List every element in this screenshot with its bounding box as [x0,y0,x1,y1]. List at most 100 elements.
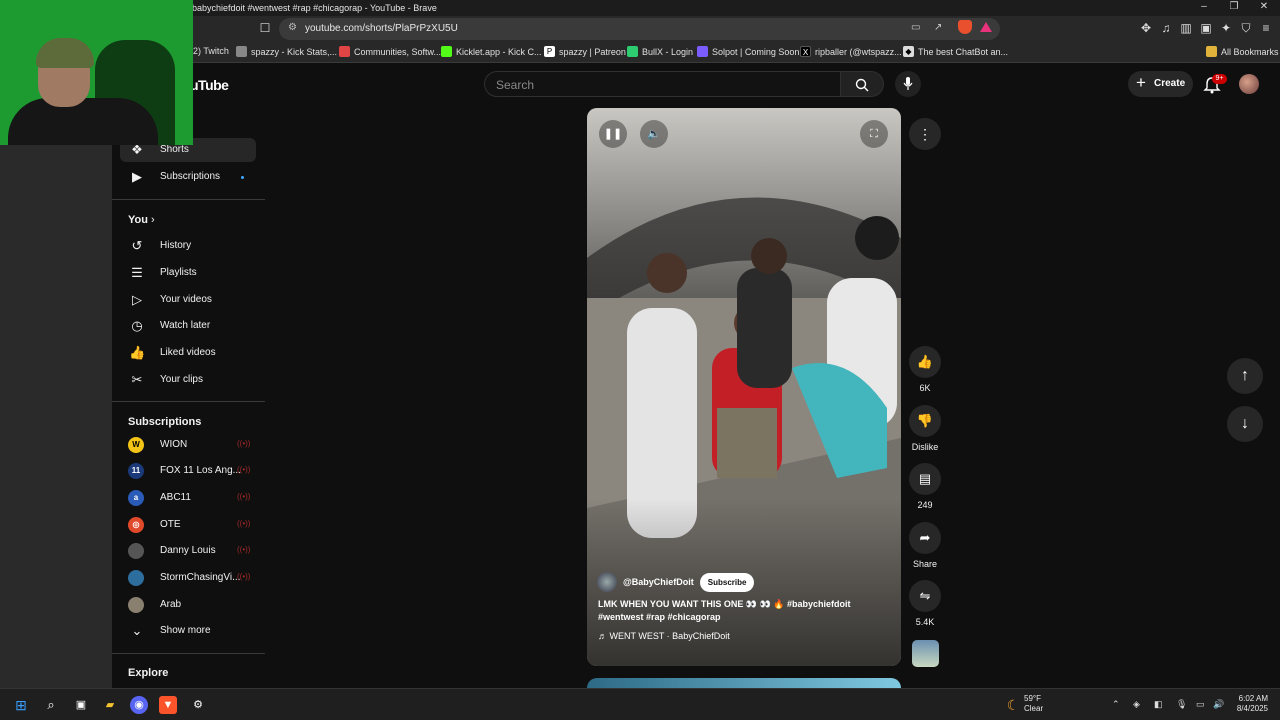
sidebar-item-playlists[interactable]: ☰ Playlists [120,261,256,285]
restore-icon[interactable]: ❐ [1227,1,1241,12]
bookmark-item[interactable]: ◆ The best ChatBot an... [903,46,1008,57]
bookmark-item[interactable]: Xripballer (@wtspazz... [800,46,902,57]
bookmark-item[interactable]: 2) Twitch [193,46,229,56]
live-icon: ((•)) [237,519,251,528]
brave-taskbar-icon[interactable]: ▼ [159,696,177,714]
subscription-channel[interactable]: StormChasingVi... ((•)) [120,566,256,590]
discord-icon[interactable]: ◉ [130,696,148,714]
bookmark-item[interactable]: Communities, Softw... [339,46,441,57]
system-clock[interactable]: 6:02 AM 8/4/2025 [1228,694,1268,714]
subscriptions-icon: ▶ [132,169,142,184]
channel-name[interactable]: @BabyChiefDoit [623,577,694,587]
sidebar-item-history[interactable]: ↺ History [120,234,256,258]
folder-icon [1206,46,1217,57]
channel-row: @BabyChiefDoit Subscribe [597,572,755,592]
share-page-icon[interactable]: ↗ [934,22,942,33]
bookmark-favicon-icon [236,46,247,57]
sidebar-divider [112,199,265,200]
subscription-channel[interactable]: Danny Louis ((•)) [120,539,256,563]
microphone-tray-icon[interactable]: 🎙 [1176,699,1187,710]
app-taskbar-icon[interactable]: ⚙ [189,696,207,714]
youtube-logo[interactable]: uTube [190,77,229,93]
site-info-icon[interactable]: ⚙ [288,22,297,33]
next-short-button[interactable]: ↓ [1227,406,1263,442]
file-explorer-icon[interactable]: ▰ [101,696,119,714]
bookmark-icon[interactable]: ☐ [258,21,272,35]
extensions-icon[interactable]: ✥ [1139,21,1153,35]
channel-avatar [128,597,144,613]
subscription-channel[interactable]: 11 FOX 11 Los Ang... ((•)) [120,459,256,483]
sidebar-item-your-clips[interactable]: ✂ Your clips [120,368,256,392]
subscribe-button[interactable]: Subscribe [699,572,755,592]
cast-icon[interactable]: ▭ [911,22,920,33]
bookmark-item[interactable]: BullX - Login [627,46,693,57]
tray-app-icon[interactable]: ◧ [1154,699,1163,710]
media-icon[interactable]: ♫ [1159,21,1173,35]
subscription-channel[interactable]: a ABC11 ((•)) [120,486,256,510]
subscription-channel[interactable]: ◎ OTE ((•)) [120,513,256,537]
close-window-icon[interactable]: ✕ [1257,1,1271,12]
comments-button[interactable]: ▤ 249 [909,463,941,510]
music-link[interactable]: ♬ WENT WEST · BabyChiefDoit [598,631,730,641]
voice-search-button[interactable] [895,71,921,97]
tray-app-icon[interactable]: ◈ [1133,699,1140,710]
window-title: babychiefdoit #wentwest #rap #chicagorap… [192,3,437,13]
bookmark-item[interactable]: Pspazzy | Patreon [544,46,626,57]
tray-chevron-icon[interactable]: ⌃ [1112,699,1120,710]
sidebar-toggle-icon[interactable]: ▥ [1179,21,1193,35]
shorts-video-player[interactable]: ❚❚ 🔈 ⛶ @BabyChiefDoit Subscribe LMK WHEN… [587,108,901,666]
more-options-button[interactable]: ⋮ [909,118,941,150]
live-icon: ((•)) [237,492,251,501]
dislike-button[interactable]: 👎 Dislike [909,405,941,452]
channel-avatar[interactable] [597,572,617,592]
volume-icon[interactable]: 🔈 [640,120,668,148]
remix-button[interactable]: ⇋ 5.4K [909,580,941,627]
new-content-dot [241,176,244,179]
like-button[interactable]: 👍 6K [909,346,941,393]
notification-count-badge: 9+ [1212,74,1227,84]
account-avatar[interactable] [1239,74,1259,94]
menu-icon[interactable]: ≡ [1259,21,1273,35]
network-icon[interactable]: ▭ [1196,699,1205,710]
sidebar-item-subscriptions[interactable]: ▶ Subscriptions [120,165,256,189]
search-button[interactable] [841,71,884,97]
show-more-button[interactable]: ⌄ Show more [120,619,256,643]
task-view-icon[interactable]: ▣ [72,696,90,714]
subscription-channel[interactable]: Arab [120,593,256,617]
address-bar[interactable]: ⚙ youtube.com/shorts/PlaPrPzXU5U ▭ ↗ [279,18,1000,40]
pause-icon[interactable]: ❚❚ [599,120,627,148]
search-box[interactable] [484,71,841,97]
next-short-preview[interactable] [587,678,901,688]
desktop-background [0,145,112,688]
brave-rewards-icon[interactable] [980,22,992,32]
fullscreen-icon[interactable]: ⛶ [860,120,888,148]
channel-avatar [128,543,144,559]
previous-short-button[interactable]: ↑ [1227,358,1263,394]
subscription-channel[interactable]: W WION ((•)) [120,433,256,457]
weather-widget[interactable]: 59°F Clear [1024,694,1043,714]
sidebar-item-your-videos[interactable]: ▷ Your videos [120,288,256,312]
sidebar-item-watch-later[interactable]: ◷ Watch later [120,314,256,338]
url-text[interactable]: youtube.com/shorts/PlaPrPzXU5U [305,23,458,34]
vpn-icon[interactable]: ⛉ [1239,21,1253,36]
brave-shields-icon[interactable] [958,20,972,34]
wallet-icon[interactable]: ▣ [1199,21,1213,35]
short-caption[interactable]: LMK WHEN YOU WANT THIS ONE 👀 👀 🔥 #babych… [598,598,896,624]
bookmark-item[interactable]: Kicklet.app - Kick C... [441,46,542,57]
bookmark-item[interactable]: spazzy - Kick Stats,... [236,46,337,57]
leo-ai-icon[interactable]: ✦ [1219,21,1233,35]
channel-avatar: a [128,490,144,506]
you-section-link[interactable]: You › [128,214,155,226]
sound-thumbnail[interactable] [912,640,939,667]
search-input[interactable] [496,78,816,92]
share-button[interactable]: ➦ Share [909,522,941,569]
volume-tray-icon[interactable]: 🔊 [1213,699,1224,710]
bookmark-item[interactable]: Solpot | Coming Soon [697,46,799,57]
windows-start-icon[interactable]: ⊞ [12,696,30,714]
taskbar-search-icon[interactable]: ⌕ [42,696,60,714]
comment-icon: ▤ [909,463,941,495]
create-button[interactable]: + Create [1128,71,1193,97]
all-bookmarks[interactable]: All Bookmarks [1206,46,1279,57]
minimize-icon[interactable]: – [1197,1,1211,12]
sidebar-item-liked-videos[interactable]: 👍 Liked videos [120,341,256,365]
